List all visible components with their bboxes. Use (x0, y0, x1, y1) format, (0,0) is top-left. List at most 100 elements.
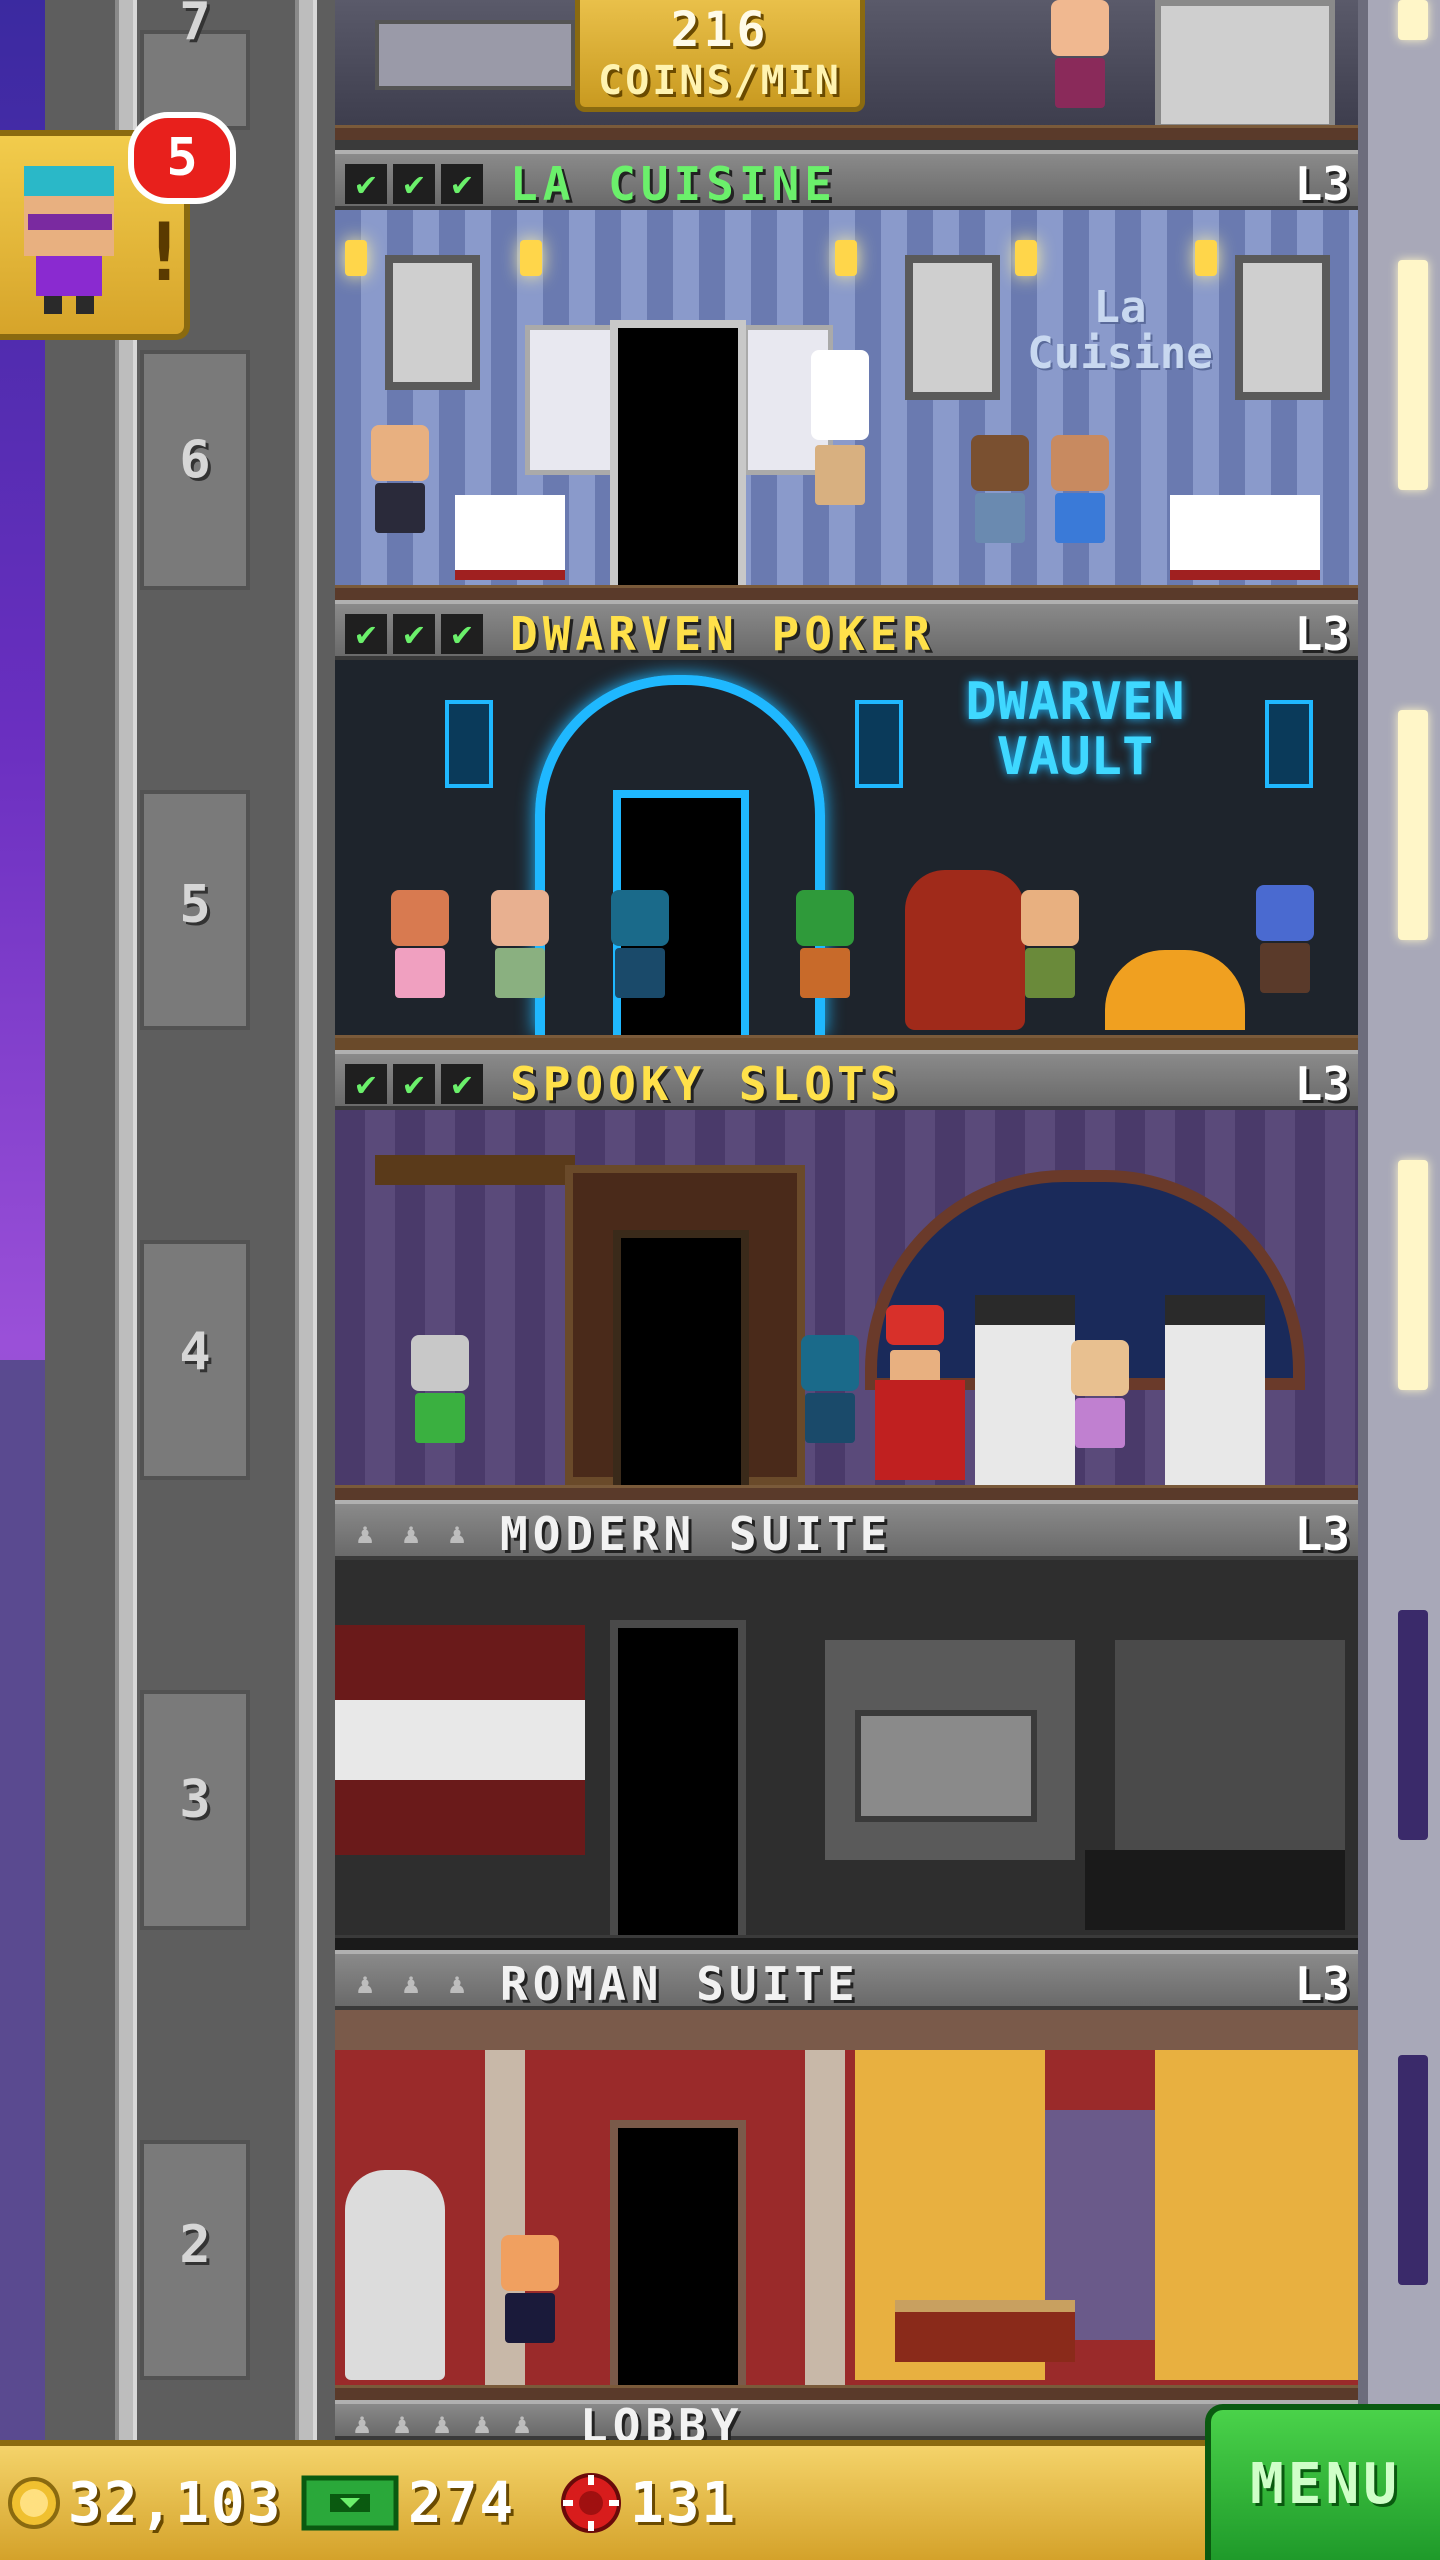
stock-check-icon: ✔ (393, 164, 435, 204)
tower-window (1398, 0, 1428, 40)
floor-header[interactable]: ♟ ♟ ♟ ROMAN SUITE L3 (335, 1950, 1358, 2010)
bitizen[interactable] (1045, 435, 1115, 575)
resident-slot-icon: ♟ (356, 1967, 374, 2000)
dragon-statue (905, 870, 1025, 1030)
floor-name: LA CUISINE (510, 157, 837, 211)
picture-frame (385, 255, 480, 390)
stock-indicators: ✔ ✔ ✔ (345, 614, 483, 654)
floor-roman-suite[interactable]: ♟ ♟ ♟ ROMAN SUITE L3 (335, 1950, 1358, 2400)
chip-icon (561, 2473, 621, 2533)
wall-lantern (1265, 700, 1313, 788)
resident-slots: ♟ ♟ ♟ (345, 1964, 477, 2004)
shaft-floor-number: 3 (179, 1770, 211, 1830)
game-screen: 7 6 5 4 3 2 216 COINS/MIN ✔ ✔ ✔ LA CUISI (0, 0, 1440, 2560)
elevator-rail-right (295, 0, 317, 2440)
city-silhouette (0, 1360, 45, 2440)
stock-indicators: ✔ ✔ ✔ (345, 164, 483, 204)
bux-icon (301, 2475, 399, 2531)
stock-check-icon: ✔ (441, 1064, 483, 1104)
floor-modern-suite[interactable]: ♟ ♟ ♟ MODERN SUITE L3 (335, 1500, 1358, 1950)
furniture (1155, 0, 1335, 130)
stock-indicators: ✔ ✔ ✔ (345, 1064, 483, 1104)
vault-sign: DWARVEN VAULT (965, 672, 1185, 787)
room-roman-suite (335, 2010, 1358, 2400)
stock-check-icon: ✔ (345, 164, 387, 204)
floor-line (335, 1035, 1358, 1050)
dwarf-bitizen[interactable] (790, 890, 860, 1030)
floor-level: L3 (1294, 157, 1350, 211)
shaft-floor-number: 6 (179, 430, 211, 490)
bitizen[interactable] (485, 890, 555, 1030)
floor-level: L3 (1294, 1507, 1350, 1561)
chips-display[interactable]: 131 (560, 2470, 738, 2536)
chandelier (375, 1155, 575, 1185)
bitizen[interactable] (495, 2235, 565, 2380)
bux-display[interactable]: 274 (300, 2470, 516, 2536)
floor-header[interactable]: ✔ ✔ ✔ SPOOKY SLOTS L3 (335, 1050, 1358, 1110)
shaft-floor-number: 7 (179, 0, 211, 52)
chef-bitizen[interactable] (805, 350, 875, 575)
wall-lantern (445, 700, 493, 788)
chips-value: 131 (630, 2470, 738, 2536)
stock-check-icon: ✔ (441, 164, 483, 204)
resident-slot-icon: ♟ (433, 2407, 451, 2440)
menu-button[interactable]: MENU (1205, 2404, 1440, 2560)
resident-slot-icon: ♟ (448, 1967, 466, 2000)
bux-value: 274 (408, 2470, 516, 2536)
resident-slot-icon: ♟ (473, 2407, 491, 2440)
bitizen[interactable] (365, 425, 435, 575)
floor-name: SPOOKY SLOTS (510, 1057, 903, 1111)
coins-display[interactable]: 32,103 (8, 2471, 282, 2536)
stock-check-icon: ✔ (345, 614, 387, 654)
floor-level: L3 (1294, 607, 1350, 661)
floor-line (335, 125, 1358, 140)
lamp-icon (835, 240, 857, 276)
floor-la-cuisine[interactable]: ✔ ✔ ✔ LA CUISINE L3 La Cuisine (335, 150, 1358, 600)
resident-slots: ♟ ♟ ♟ (345, 1514, 477, 1554)
bitizen[interactable] (605, 890, 675, 1030)
elevator-door (610, 1620, 746, 1943)
alert-exclaim-icon: ! (140, 206, 189, 299)
floor-name: MODERN SUITE (500, 1507, 893, 1561)
lamp-icon (1195, 240, 1217, 276)
coins-per-min-banner: 216 COINS/MIN (575, 0, 865, 112)
coin-icon (8, 2477, 60, 2529)
bellhop-uniform (875, 1380, 965, 1480)
wizard-bitizen[interactable] (1250, 885, 1320, 1030)
floor-line (335, 1935, 1358, 1950)
resident-slot-icon: ♟ (402, 1967, 420, 2000)
dining-table (455, 495, 565, 580)
bitizen[interactable] (1015, 890, 1085, 1030)
dining-table (1170, 495, 1320, 580)
bitizen-avatar-icon (24, 166, 114, 314)
room-spooky-slots (335, 1110, 1358, 1500)
floor-line (335, 585, 1358, 600)
column (805, 2050, 845, 2385)
floor-header[interactable]: ✔ ✔ ✔ DWARVEN POKER L3 (335, 600, 1358, 660)
zombie-bitizen[interactable] (405, 1335, 475, 1480)
furniture (375, 20, 575, 90)
resident-slot-icon: ♟ (513, 2407, 531, 2440)
bitizen[interactable] (1045, 0, 1115, 130)
room-dwarven-poker: DWARVEN VAULT (335, 660, 1358, 1050)
shaft-floor-number: 5 (179, 875, 211, 935)
floor-spooky-slots[interactable]: ✔ ✔ ✔ SPOOKY SLOTS L3 (335, 1050, 1358, 1500)
floor-level: L3 (1294, 1957, 1350, 2011)
slot-machine (1165, 1295, 1265, 1485)
bitizen[interactable] (385, 890, 455, 1030)
bitizen[interactable] (965, 435, 1035, 575)
bitizen[interactable] (795, 1335, 865, 1480)
lamp-icon (520, 240, 542, 276)
floor-line (335, 2385, 1358, 2400)
resident-slot-icon: ♟ (448, 1517, 466, 1550)
coins-per-min-unit: COINS/MIN (598, 58, 842, 104)
floor-dwarven-poker[interactable]: ✔ ✔ ✔ DWARVEN POKER L3 DWARVEN VAULT (335, 600, 1358, 1050)
floor-line (335, 1485, 1358, 1500)
shaft-floor-number: 4 (179, 1322, 211, 1382)
floor-header[interactable]: ♟ ♟ ♟ MODERN SUITE L3 (335, 1500, 1358, 1560)
bitizen[interactable] (1065, 1340, 1135, 1480)
restaurant-sign: La Cuisine (1027, 282, 1213, 380)
statue (345, 2170, 445, 2380)
floor-header[interactable]: ✔ ✔ ✔ LA CUISINE L3 (335, 150, 1358, 210)
notification-count-badge: 5 (128, 112, 236, 204)
